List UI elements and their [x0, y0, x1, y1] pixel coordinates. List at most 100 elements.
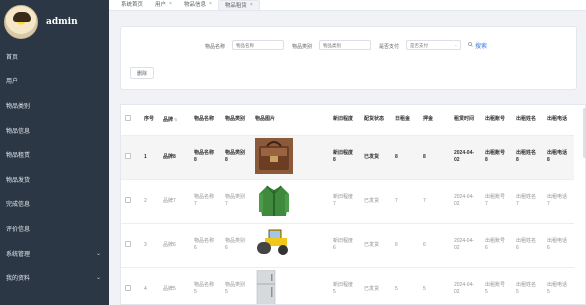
- tab-label: 用户: [155, 2, 167, 8]
- cell-text: 已发货: [364, 285, 380, 292]
- table-row[interactable]: 3 品牌6 物品名称 6 物品类别 6 新旧程度 6 已发货 6 6 2024-04- 02 出租账号 6 出…: [121, 223, 574, 268]
- cell-text: 新旧程度 8: [333, 150, 354, 163]
- column-header-12[interactable]: 出租电话: [546, 105, 574, 136]
- cell-rent: 7: [394, 179, 422, 224]
- cell-index: 1: [143, 135, 162, 180]
- search-icon: [468, 41, 473, 49]
- column-header-label: 序号: [144, 116, 155, 123]
- tab-0[interactable]: 系统首页: [115, 0, 149, 10]
- cell-text: 新旧程度 7: [333, 194, 354, 207]
- row-select-cell: [121, 179, 143, 224]
- item-image[interactable]: [255, 182, 293, 220]
- table-row[interactable]: 4 品牌5 物品名称 5 物品类别 5 新旧程度 5 已发货 5 5 2024-04- 02 出租账号 5 出…: [121, 267, 574, 304]
- table-row[interactable]: 1 品牌8 物品名称 8 物品类别 8 新旧程度 8 已发货 8 8 2024-04- 02 出租账号 8 出…: [121, 135, 574, 180]
- cell-brand: 品牌5: [162, 267, 193, 304]
- column-header-5[interactable]: 新旧程度: [332, 105, 363, 136]
- sidebar-item-8[interactable]: 系统管理 ⌄: [0, 241, 109, 266]
- cell-text: 2024-04- 02: [454, 238, 475, 251]
- sidebar-item-5[interactable]: 物品发货: [0, 167, 109, 192]
- cell-text: 出租电话 8: [547, 150, 568, 163]
- item-image[interactable]: [255, 226, 293, 264]
- column-header-8[interactable]: 押金: [422, 105, 453, 136]
- sidebar-item-7[interactable]: 评价信息: [0, 216, 109, 241]
- cell-brand: 品牌7: [162, 179, 193, 224]
- tab-2[interactable]: 物品信息 ×: [178, 0, 218, 10]
- cell-text: 出租姓名 5: [516, 282, 537, 295]
- row-checkbox[interactable]: [125, 284, 131, 291]
- select-all-checkbox[interactable]: [125, 115, 131, 122]
- cell-image: [254, 135, 332, 180]
- search-button[interactable]: 搜索: [468, 40, 487, 50]
- sidebar-item-label: 物品发货: [6, 177, 31, 184]
- sidebar-item-1[interactable]: 用户: [0, 69, 109, 94]
- tab-1[interactable]: 用户 ×: [149, 0, 178, 10]
- main-content: 系统首页用户×物品信息×物品租赁× 物品名称 物品类别 是否支付 ⌄ 搜索 删除…: [109, 0, 586, 305]
- column-header-label: 新旧程度: [333, 116, 354, 123]
- column-header-4[interactable]: 物品图片: [254, 105, 332, 136]
- sidebar-item-4[interactable]: 物品租赁: [0, 142, 109, 167]
- item-image[interactable]: [255, 138, 293, 176]
- cell-phone: 出租电话 6: [546, 223, 574, 268]
- column-header-1[interactable]: 品牌⇅: [162, 105, 193, 136]
- name-filter-input[interactable]: [232, 40, 284, 50]
- sidebar-item-6[interactable]: 完成信息: [0, 192, 109, 217]
- cell-text: 物品类别 7: [225, 194, 246, 207]
- table-header-row: 序号 品牌⇅ 物品名称 物品类别 物品图片 新旧程度 配货状态 日租金 押金 租赁时间 出租账号 出租…: [121, 105, 574, 136]
- table-row[interactable]: 2 品牌7 物品名称 7 物品类别 7 新旧程度 7 已发货 7 7 2024-04- 02 出租账号 7 出…: [121, 179, 574, 224]
- item-image[interactable]: [255, 269, 293, 304]
- cell-account: 出租账号 5: [484, 267, 515, 304]
- column-header-10[interactable]: 出租账号: [484, 105, 515, 136]
- close-icon[interactable]: ×: [250, 2, 253, 8]
- avatar[interactable]: [4, 5, 38, 39]
- cell-text: 品牌7: [163, 197, 176, 204]
- paid-filter-select[interactable]: [406, 40, 461, 50]
- cell-text: 8: [423, 153, 426, 160]
- cell-name: 物品名称 5: [193, 267, 224, 304]
- sidebar-item-0[interactable]: 首页: [0, 44, 109, 69]
- row-checkbox[interactable]: [125, 196, 131, 203]
- category-filter-input[interactable]: [319, 40, 371, 50]
- cell-text: 5: [423, 285, 426, 292]
- row-checkbox[interactable]: [125, 240, 131, 247]
- cell-image: [254, 267, 332, 304]
- sidebar-menu: 首页 用户 物品类别物品信息物品租赁物品发货完成信息评价信息系统管理 ⌄ 我的资料 ⌄: [0, 44, 109, 290]
- cell-text: 7: [423, 197, 426, 204]
- column-header-6[interactable]: 配货状态: [363, 105, 394, 136]
- sidebar-item-3[interactable]: 物品信息: [0, 118, 109, 143]
- sort-icon[interactable]: ⇅: [174, 117, 177, 122]
- sidebar-item-label: 物品信息: [6, 128, 31, 135]
- paid-filter-label: 是否支付: [379, 44, 400, 50]
- cell-renter: 出租姓名 5: [515, 267, 546, 304]
- column-header-11[interactable]: 出租姓名: [515, 105, 546, 136]
- cell-text: 8: [395, 153, 398, 160]
- cell-index: 4: [143, 267, 162, 304]
- close-icon[interactable]: ×: [209, 1, 212, 7]
- sidebar-item-9[interactable]: 我的资料 ⌄: [0, 265, 109, 290]
- cell-account: 出租账号 8: [484, 135, 515, 180]
- chevron-down-icon: ⌄: [454, 42, 458, 47]
- column-header-2[interactable]: 物品名称: [193, 105, 224, 136]
- cell-text: 出租账号 6: [485, 238, 506, 251]
- cell-status: 已发货: [363, 267, 394, 304]
- cell-time: 2024-04- 02: [453, 179, 484, 224]
- cell-text: 出租电话 5: [547, 282, 568, 295]
- column-header-0[interactable]: 序号: [143, 105, 162, 136]
- cell-status: 已发货: [363, 135, 394, 180]
- column-header-7[interactable]: 日租金: [394, 105, 422, 136]
- column-header-9[interactable]: 租赁时间: [453, 105, 484, 136]
- column-header-label: 出租电话: [547, 116, 568, 123]
- sidebar-item-label: 评价信息: [6, 226, 31, 233]
- delete-button[interactable]: 删除: [130, 67, 154, 79]
- sidebar-item-2[interactable]: 物品类别: [0, 93, 109, 118]
- column-header-3[interactable]: 物品类别: [224, 105, 254, 136]
- cell-text: 6: [423, 241, 426, 248]
- cell-text: 出租姓名 6: [516, 238, 537, 251]
- cell-rent: 6: [394, 223, 422, 268]
- row-select-cell: [121, 267, 143, 304]
- tab-3[interactable]: 物品租赁 ×: [217, 0, 260, 10]
- close-icon[interactable]: ×: [169, 1, 172, 7]
- username: admin: [46, 17, 78, 27]
- cell-text: 7: [395, 197, 398, 204]
- column-header-label: 配货状态: [364, 116, 385, 123]
- row-checkbox[interactable]: [125, 152, 131, 159]
